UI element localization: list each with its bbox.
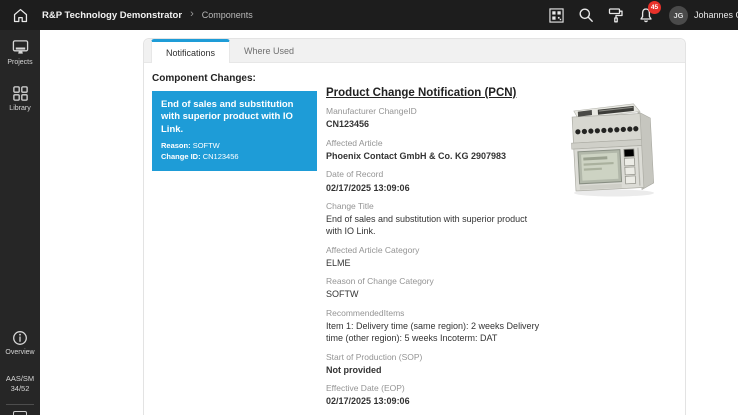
paint-roller-button[interactable] [601,0,631,30]
sidebar-partial-icon[interactable] [13,411,27,415]
product-image [568,87,664,199]
breadcrumb-page[interactable]: Components [202,10,253,20]
tab-where-used[interactable]: Where Used [230,39,308,62]
qr-scan-button[interactable] [541,0,571,30]
home-button[interactable] [0,0,40,30]
sidebar-item-projects[interactable]: Projects [0,30,40,76]
info-icon [12,330,28,346]
aas-sm-counter: AAS/SM 34/52 [6,366,34,404]
panel-body: Component Changes: End of sales and subs… [144,63,685,415]
pcn-title: Product Change Notification (PCN) [326,87,544,99]
paint-roller-icon [608,7,624,23]
main-panel: Notifications Where Used Component Chang… [143,38,686,415]
sidebar-bottom: Overview AAS/SM 34/52 [0,321,40,415]
sidebar-item-library[interactable]: Library [0,76,40,122]
top-header: R&P Technology Demonstrator › Components [0,0,738,30]
pcn-field-start-of-production: Start of Production (SOP) Not provided [326,352,544,377]
pcn-field-affected-article-category: Affected Article Category ELME [326,245,544,270]
pcn-field-affected-article: Affected Article Phoenix Contact GmbH & … [326,138,544,163]
sidebar-item-label: Library [9,105,30,114]
pcn-field-reason-of-change-category: Reason of Change Category SOFTW [326,276,544,301]
qr-code-icon [549,8,564,23]
section-title: Component Changes: [152,73,256,84]
notification-count-badge: 45 [648,1,661,14]
home-icon [12,7,29,24]
pcn-field-recommended-items: RecommendedItems Item 1: Delivery time (… [326,308,544,344]
sidebar-divider [6,404,34,405]
left-sidebar: Projects Library Overview AAS/S [0,30,40,415]
app-title[interactable]: R&P Technology Demonstrator [42,10,182,21]
projects-monitor-icon [11,39,30,56]
tab-notifications[interactable]: Notifications [151,39,230,63]
search-button[interactable] [571,0,601,30]
search-icon [578,7,594,23]
pcn-field-effective-date: Effective Date (EOP) 02/17/2025 13:09:06 [326,383,544,408]
user-name[interactable]: Johannes G [694,10,738,20]
change-card-title: End of sales and substitution with super… [161,99,308,136]
change-card-change-id: Change ID: CN123456 [161,151,308,162]
change-card-reason: Reason: SOFTW [161,140,308,151]
breadcrumb-separator-icon: › [190,9,194,20]
pcn-field-change-title: Change Title End of sales and substituti… [326,201,544,237]
sidebar-item-label: Projects [7,59,32,68]
breadcrumb: R&P Technology Demonstrator › Components [42,10,253,21]
pcn-field-date-of-record: Date of Record 02/17/2025 13:09:06 [326,169,544,194]
pcn-details: Product Change Notification (PCN) Manufa… [326,87,544,415]
pcn-field-manufacturer-changeid: Manufacturer ChangeID CN123456 [326,106,544,131]
sidebar-item-overview[interactable]: Overview [0,321,40,366]
component-change-card[interactable]: End of sales and substitution with super… [152,91,317,171]
avatar[interactable]: JG [669,6,688,25]
sidebar-item-label: Overview [5,349,34,358]
library-grid-icon [12,85,29,102]
notifications-button[interactable]: 45 [631,0,661,30]
header-actions: 45 JG Johannes G [541,0,738,30]
tab-bar: Notifications Where Used [144,39,685,63]
